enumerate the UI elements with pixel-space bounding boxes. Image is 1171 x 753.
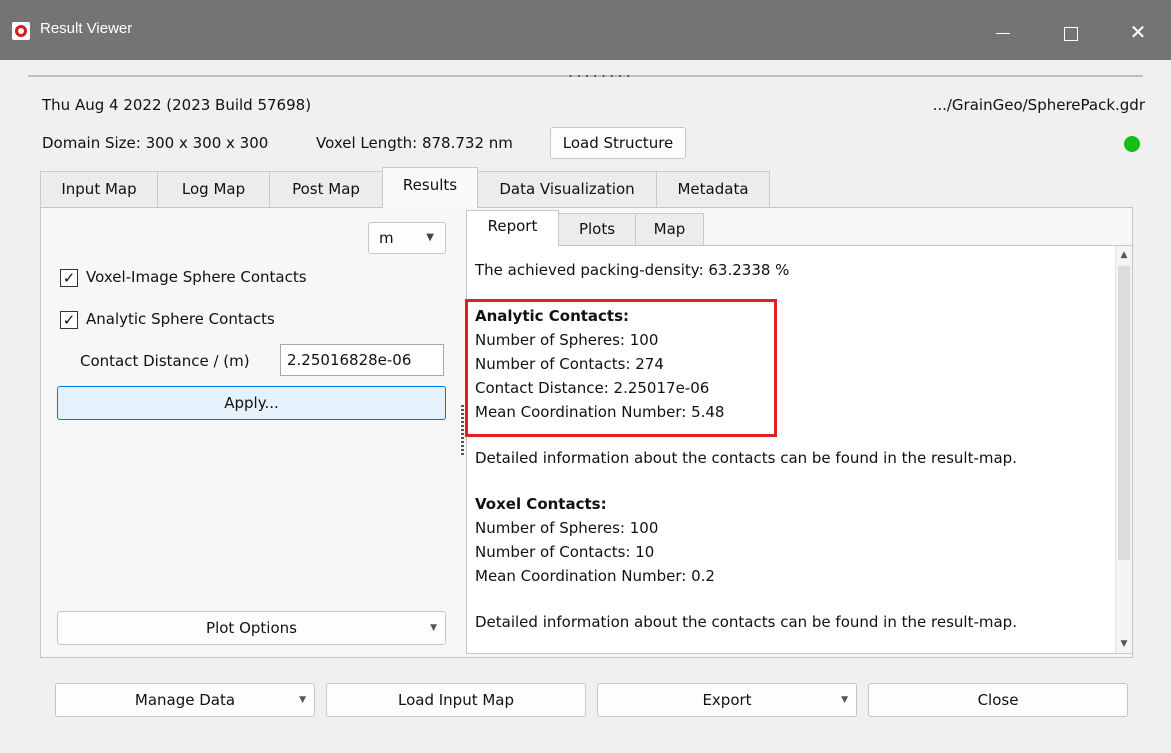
export-label: Export bbox=[702, 691, 752, 709]
tab-report[interactable]: Report bbox=[466, 210, 559, 246]
domain-size-label: Domain Size: 300 x 300 x 300 bbox=[42, 134, 269, 152]
load-structure-button[interactable]: Load Structure bbox=[550, 127, 686, 159]
scroll-down-icon[interactable]: ▼ bbox=[1116, 635, 1132, 653]
chevron-down-icon: ▼ bbox=[841, 695, 848, 705]
detail-info-line-1: Detailed information about the contacts … bbox=[475, 449, 1017, 467]
minimize-icon[interactable] bbox=[980, 10, 1026, 54]
detail-info-line-2: Detailed information about the contacts … bbox=[475, 613, 1017, 631]
voxel-contacts-heading: Voxel Contacts: bbox=[475, 495, 607, 513]
voxel-length-label: Voxel Length: 878.732 nm bbox=[316, 134, 513, 152]
plot-options-label: Plot Options bbox=[206, 619, 297, 637]
tab-map[interactable]: Map bbox=[635, 213, 704, 245]
export-button[interactable]: Export ▼ bbox=[597, 683, 857, 717]
chevron-down-icon: ▼ bbox=[430, 623, 437, 633]
unit-select[interactable]: m ▼ bbox=[368, 222, 446, 254]
scroll-up-icon[interactable]: ▲ bbox=[1116, 246, 1132, 264]
voxel-contacts-option[interactable]: ✓ Voxel-Image Sphere Contacts bbox=[60, 268, 307, 287]
title-bar: Result Viewer ✕ bbox=[0, 0, 1171, 60]
load-input-map-button[interactable]: Load Input Map bbox=[326, 683, 586, 717]
tab-metadata[interactable]: Metadata bbox=[656, 171, 770, 207]
analytic-contacts-label: Analytic Sphere Contacts bbox=[86, 310, 275, 328]
splitter-grip-icon[interactable] bbox=[461, 405, 464, 455]
report-scrollbar[interactable]: ▲ ▼ bbox=[1115, 246, 1132, 653]
manage-data-label: Manage Data bbox=[134, 691, 236, 709]
analytic-contacts-checkbox[interactable]: ✓ bbox=[60, 310, 78, 329]
voxel-mean-line: Mean Coordination Number: 0.2 bbox=[475, 567, 715, 585]
tab-plots[interactable]: Plots bbox=[558, 213, 636, 245]
splitter-handle-icon[interactable]: ........ bbox=[567, 66, 633, 80]
analytic-contacts-highlight bbox=[465, 299, 777, 437]
tab-post-map[interactable]: Post Map bbox=[269, 171, 383, 207]
apply-button[interactable]: Apply... bbox=[57, 386, 446, 420]
build-date-label: Thu Aug 4 2022 (2023 Build 57698) bbox=[42, 96, 312, 114]
manage-data-button[interactable]: Manage Data ▼ bbox=[55, 683, 315, 717]
contact-distance-label: Contact Distance / (m) bbox=[80, 352, 250, 370]
tab-results[interactable]: Results bbox=[382, 167, 478, 208]
file-path-label: .../GrainGeo/SpherePack.gdr bbox=[932, 96, 1145, 114]
packing-density-line: The achieved packing-density: 63.2338 % bbox=[475, 261, 790, 279]
voxel-contacts-label: Voxel-Image Sphere Contacts bbox=[86, 268, 307, 286]
tab-input-map[interactable]: Input Map bbox=[40, 171, 158, 207]
window-title: Result Viewer bbox=[40, 20, 133, 37]
chevron-down-icon: ▼ bbox=[299, 695, 306, 705]
close-button[interactable]: Close bbox=[868, 683, 1128, 717]
scroll-thumb[interactable] bbox=[1118, 266, 1130, 560]
tab-data-visualization[interactable]: Data Visualization bbox=[477, 171, 657, 207]
voxel-contacts-line: Number of Contacts: 10 bbox=[475, 543, 655, 561]
maximize-icon[interactable] bbox=[1048, 10, 1094, 54]
contact-distance-input[interactable] bbox=[280, 344, 444, 376]
plot-options-button[interactable]: Plot Options ▼ bbox=[57, 611, 446, 645]
tab-log-map[interactable]: Log Map bbox=[157, 171, 270, 207]
chevron-down-icon: ▼ bbox=[426, 232, 434, 243]
voxel-contacts-checkbox[interactable]: ✓ bbox=[60, 268, 78, 287]
status-indicator-icon bbox=[1124, 136, 1140, 152]
unit-select-value: m bbox=[379, 229, 394, 247]
app-logo-icon bbox=[12, 22, 30, 40]
close-icon[interactable]: ✕ bbox=[1115, 10, 1161, 54]
analytic-contacts-option[interactable]: ✓ Analytic Sphere Contacts bbox=[60, 310, 275, 329]
voxel-spheres-line: Number of Spheres: 100 bbox=[475, 519, 659, 537]
